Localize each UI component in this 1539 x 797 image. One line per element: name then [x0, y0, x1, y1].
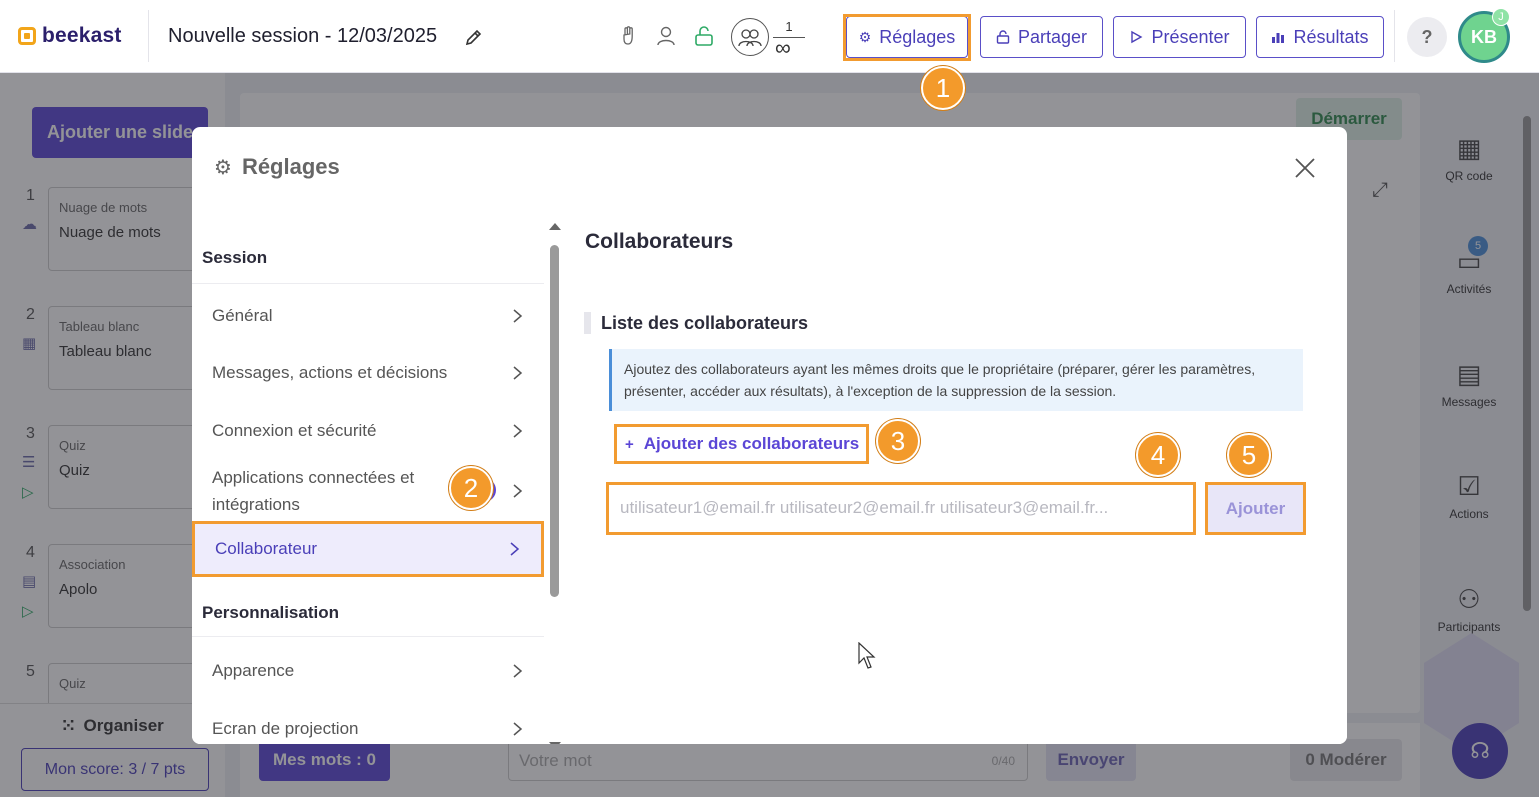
menu-item-label: Connexion et sécurité: [212, 421, 377, 440]
email-input[interactable]: utilisateur1@email.fr utilisateur2@email…: [606, 482, 1196, 535]
participants-max: ∞: [775, 35, 791, 60]
settings-button[interactable]: ⚙ Réglages: [846, 16, 968, 58]
menu-item-appearance[interactable]: Apparence: [192, 649, 544, 693]
avatar-badge: J: [1492, 8, 1510, 26]
gear-icon: ⚙: [858, 28, 872, 45]
hand-raise-icon[interactable]: [620, 25, 638, 47]
brand-logo[interactable]: beekast: [18, 24, 122, 48]
section-bar: [584, 312, 591, 334]
chevron-right-icon: [510, 542, 520, 556]
menu-item-general[interactable]: Général: [192, 294, 544, 338]
add-button[interactable]: Ajouter: [1205, 482, 1306, 535]
add-collaborators-label: Ajouter des collaborateurs: [643, 434, 860, 453]
settings-button-label: Réglages: [879, 26, 956, 47]
step-badge-3: 3: [876, 419, 920, 463]
unlock-icon[interactable]: [693, 25, 715, 47]
chevron-right-icon: [513, 309, 523, 323]
present-button[interactable]: Présenter: [1113, 16, 1246, 58]
email-input-placeholder: utilisateur1@email.fr utilisateur2@email…: [620, 498, 1109, 517]
header-divider: [148, 10, 149, 62]
menu-item-label: Collaborateur: [215, 539, 318, 558]
app-header: beekast Nouvelle session - 12/03/2025 1 …: [0, 0, 1539, 73]
participants-current: 1: [785, 19, 793, 34]
results-button-label: Résultats: [1293, 26, 1369, 47]
present-button-label: Présenter: [1151, 26, 1230, 47]
modal-title-text: Réglages: [241, 154, 340, 179]
chevron-right-icon: [513, 366, 523, 380]
content-title: Collaborateurs: [585, 230, 734, 253]
settings-modal: ⚙ Réglages Session Général Messages, act…: [192, 127, 1347, 744]
settings-menu: Session Général Messages, actions et déc…: [192, 215, 566, 744]
modal-title: ⚙ Réglages: [214, 154, 340, 180]
add-collaborators-button[interactable]: + Ajouter des collaborateurs: [614, 424, 869, 464]
menu-item-label: Ecran de projection: [212, 719, 359, 738]
list-title-text: Liste des collaborateurs: [601, 312, 809, 333]
menu-item-label: Général: [212, 306, 273, 325]
step-badge-2: 2: [449, 466, 493, 510]
menu-item-label: Messages, actions et décisions: [212, 363, 448, 382]
menu-item-projection[interactable]: Ecran de projection: [192, 707, 544, 744]
edit-pencil-icon[interactable]: [464, 27, 484, 47]
step-badge-1: 1: [921, 66, 965, 110]
menu-scrollbar-thumb[interactable]: [550, 245, 559, 597]
help-button[interactable]: ?: [1407, 17, 1447, 57]
menu-item-security[interactable]: Connexion et sécurité: [192, 409, 544, 453]
step-badge-5: 5: [1227, 433, 1271, 477]
mouse-cursor-icon: [858, 642, 876, 669]
info-box: Ajoutez des collaborateurs ayant les mêm…: [609, 349, 1303, 411]
brand-name: beekast: [42, 24, 122, 47]
header-divider-right: [1394, 10, 1395, 62]
chevron-right-icon: [513, 424, 523, 438]
session-title: Nouvelle session - 12/03/2025: [168, 25, 438, 47]
menu-item-collaborator[interactable]: Collaborateur: [192, 521, 544, 577]
menu-item-label: Apparence: [212, 661, 295, 680]
share-button-label: Partager: [1017, 26, 1088, 47]
collaborators-panel: Collaborateurs Liste des collaborateurs …: [566, 215, 1347, 744]
participants-counter[interactable]: 1 ∞: [731, 17, 807, 60]
menu-section-personalisation: Personnalisation: [202, 603, 339, 622]
participants-group-icon: [731, 18, 769, 56]
scroll-up-arrow-icon[interactable]: [548, 221, 562, 231]
gear-icon: ⚙: [214, 156, 232, 179]
menu-divider: [192, 283, 544, 284]
menu-item-messages[interactable]: Messages, actions et décisions: [192, 351, 544, 395]
collaborators-list-title: Liste des collaborateurs: [584, 312, 808, 334]
menu-section-session: Session: [202, 248, 268, 267]
share-lock-icon: [996, 30, 1010, 44]
user-icon[interactable]: [655, 25, 677, 47]
menu-scrollbar[interactable]: [548, 221, 562, 744]
menu-item-label: Applications connectées et intégrations: [212, 468, 415, 514]
scroll-down-arrow-icon[interactable]: [548, 741, 562, 744]
bar-chart-icon: [1272, 33, 1285, 43]
step-badge-4: 4: [1136, 433, 1180, 477]
beekast-logo-icon: [18, 27, 36, 45]
results-button[interactable]: Résultats: [1256, 16, 1384, 58]
share-button[interactable]: Partager: [980, 16, 1103, 58]
plus-icon: +: [625, 435, 634, 453]
chevron-right-icon: [513, 484, 523, 498]
play-icon: [1131, 30, 1143, 44]
close-icon[interactable]: [1292, 155, 1318, 181]
chevron-right-icon: [513, 664, 523, 678]
chevron-right-icon: [513, 722, 523, 736]
menu-divider: [192, 636, 544, 637]
